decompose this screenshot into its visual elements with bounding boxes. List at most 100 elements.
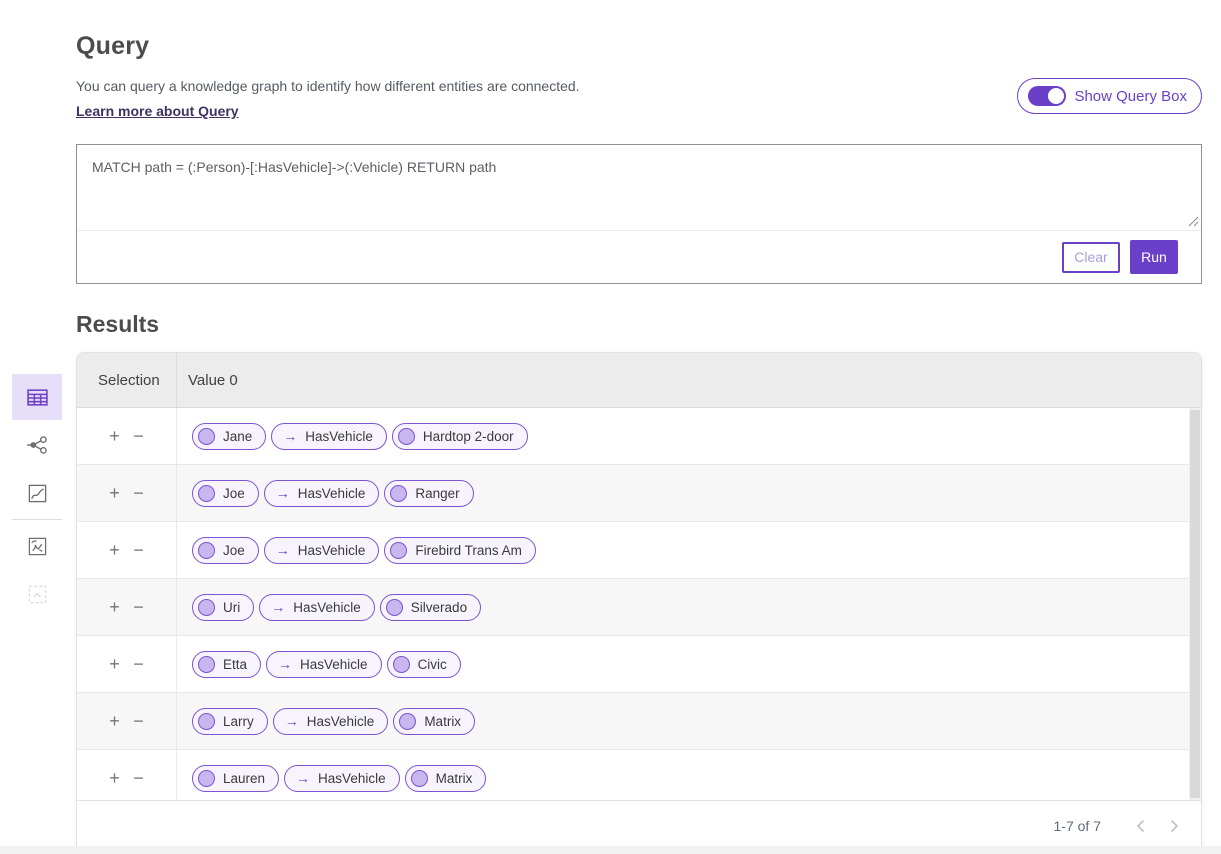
pill-label: Ranger: [415, 486, 459, 501]
edge-pill[interactable]: →HasVehicle: [284, 765, 400, 792]
sidebar-divider: [12, 519, 62, 520]
column-header-selection: Selection: [77, 353, 177, 407]
table-row: + − Lauren →HasVehicleMatrix: [77, 750, 1201, 800]
table-row: + − Joe → HasVehicle Ranger: [77, 465, 1201, 522]
pill-label: Silverado: [411, 600, 467, 615]
sidebar-item-map-view[interactable]: [12, 523, 62, 569]
page-title: Query: [76, 0, 1202, 61]
query-textarea-wrap: MATCH path = (:Person)-[:HasVehicle]->(:…: [77, 145, 1201, 231]
node-pill[interactable]: Ranger: [384, 480, 473, 507]
edge-arrow-icon: →: [285, 714, 299, 728]
add-to-selection-button[interactable]: +: [106, 769, 124, 787]
add-to-selection-button[interactable]: +: [106, 655, 124, 673]
table-icon: [26, 386, 49, 409]
path-cell: Etta → HasVehicle Civic: [177, 651, 1201, 678]
node-circle-icon: [198, 713, 215, 730]
path-cell: Uri→HasVehicle Silverado: [177, 594, 1201, 621]
query-editor-panel: MATCH path = (:Person)-[:HasVehicle]->(:…: [76, 144, 1202, 284]
edge-arrow-icon: →: [283, 429, 297, 443]
pill-label: Matrix: [424, 714, 461, 729]
edge-arrow-icon: →: [276, 486, 290, 500]
add-to-selection-button[interactable]: +: [106, 598, 124, 616]
pill-label: Jane: [223, 429, 252, 444]
node-circle-icon: [393, 656, 410, 673]
show-query-box-toggle[interactable]: Show Query Box: [1017, 78, 1202, 114]
add-to-selection-button[interactable]: +: [106, 427, 124, 445]
scrollbar-thumb[interactable]: [1190, 410, 1200, 798]
edge-arrow-icon: →: [278, 657, 292, 671]
remove-from-selection-button[interactable]: −: [130, 769, 148, 787]
node-pill[interactable]: Matrix: [405, 765, 487, 792]
edge-pill[interactable]: →HasVehicle: [273, 708, 389, 735]
pill-label: Larry: [223, 714, 254, 729]
add-to-selection-button[interactable]: +: [106, 484, 124, 502]
toggle-switch-icon[interactable]: [1028, 86, 1066, 106]
node-pill[interactable]: Lauren: [192, 765, 279, 792]
node-circle-icon: [398, 428, 415, 445]
remove-from-selection-button[interactable]: −: [130, 427, 148, 445]
selection-cell: + −: [77, 693, 177, 749]
pill-label: HasVehicle: [305, 429, 373, 444]
pill-label: HasVehicle: [298, 486, 366, 501]
sidebar-item-table-view[interactable]: [12, 374, 62, 420]
selection-cell: + −: [77, 579, 177, 635]
node-circle-icon: [390, 485, 407, 502]
node-pill[interactable]: Larry: [192, 708, 268, 735]
sidebar-item-chart-view[interactable]: [12, 470, 62, 516]
clear-button[interactable]: Clear: [1062, 242, 1120, 273]
main-content: Query You can query a knowledge graph to…: [76, 0, 1202, 852]
path-cell: Joe → HasVehicle Ranger: [177, 480, 1201, 507]
node-circle-icon: [198, 656, 215, 673]
node-pill[interactable]: Matrix: [393, 708, 475, 735]
node-pill[interactable]: Silverado: [380, 594, 481, 621]
pill-label: Firebird Trans Am: [415, 543, 522, 558]
remove-from-selection-button[interactable]: −: [130, 712, 148, 730]
query-input[interactable]: MATCH path = (:Person)-[:HasVehicle]->(:…: [77, 145, 1201, 231]
remove-from-selection-button[interactable]: −: [130, 484, 148, 502]
edge-pill[interactable]: → HasVehicle: [266, 651, 382, 678]
node-circle-icon: [198, 770, 215, 787]
node-pill[interactable]: Firebird Trans Am: [384, 537, 536, 564]
node-pill[interactable]: Jane: [192, 423, 266, 450]
results-table: Selection Value 0 + − Jane→HasVehicleHar…: [76, 352, 1202, 852]
node-pill[interactable]: Hardtop 2-door: [392, 423, 528, 450]
node-pill[interactable]: Joe: [192, 537, 259, 564]
edge-pill[interactable]: → HasVehicle: [264, 480, 380, 507]
chevron-right-icon: [1170, 819, 1179, 833]
run-button[interactable]: Run: [1130, 240, 1178, 274]
next-page-button[interactable]: [1157, 809, 1191, 843]
previous-page-button[interactable]: [1123, 809, 1157, 843]
chevron-left-icon: [1136, 819, 1145, 833]
pill-label: Lauren: [223, 771, 265, 786]
edge-pill[interactable]: →HasVehicle: [259, 594, 375, 621]
pill-label: Hardtop 2-door: [423, 429, 514, 444]
edge-pill[interactable]: →HasVehicle: [264, 537, 380, 564]
add-to-selection-button[interactable]: +: [106, 712, 124, 730]
edge-arrow-icon: →: [271, 600, 285, 614]
node-pill[interactable]: Civic: [387, 651, 461, 678]
pill-label: HasVehicle: [300, 657, 368, 672]
table-scrollbar[interactable]: [1189, 408, 1201, 800]
sidebar-item-graph-view[interactable]: [12, 422, 62, 468]
remove-from-selection-button[interactable]: −: [130, 598, 148, 616]
node-pill[interactable]: Etta: [192, 651, 261, 678]
node-pill[interactable]: Joe: [192, 480, 259, 507]
selection-cell: + −: [77, 408, 177, 464]
pill-label: HasVehicle: [318, 771, 386, 786]
selection-cell: + −: [77, 750, 177, 800]
remove-from-selection-button[interactable]: −: [130, 655, 148, 673]
learn-more-link[interactable]: Learn more about Query: [76, 103, 239, 119]
node-circle-icon: [198, 599, 215, 616]
edge-pill[interactable]: → HasVehicle: [271, 423, 387, 450]
results-table-footer: 1-7 of 7: [77, 800, 1201, 851]
add-to-selection-button[interactable]: +: [106, 541, 124, 559]
table-row: + − Jane → HasVehicle Hardtop 2-door: [77, 408, 1201, 465]
node-pill[interactable]: Uri: [192, 594, 254, 621]
page-bottom-strip: [0, 846, 1221, 854]
remove-from-selection-button[interactable]: −: [130, 541, 148, 559]
table-row: + − Etta → HasVehicle Civic: [77, 636, 1201, 693]
dashed-box-icon: [27, 584, 48, 605]
edge-arrow-icon: →: [276, 543, 290, 557]
pill-label: Civic: [418, 657, 447, 672]
node-circle-icon: [399, 713, 416, 730]
